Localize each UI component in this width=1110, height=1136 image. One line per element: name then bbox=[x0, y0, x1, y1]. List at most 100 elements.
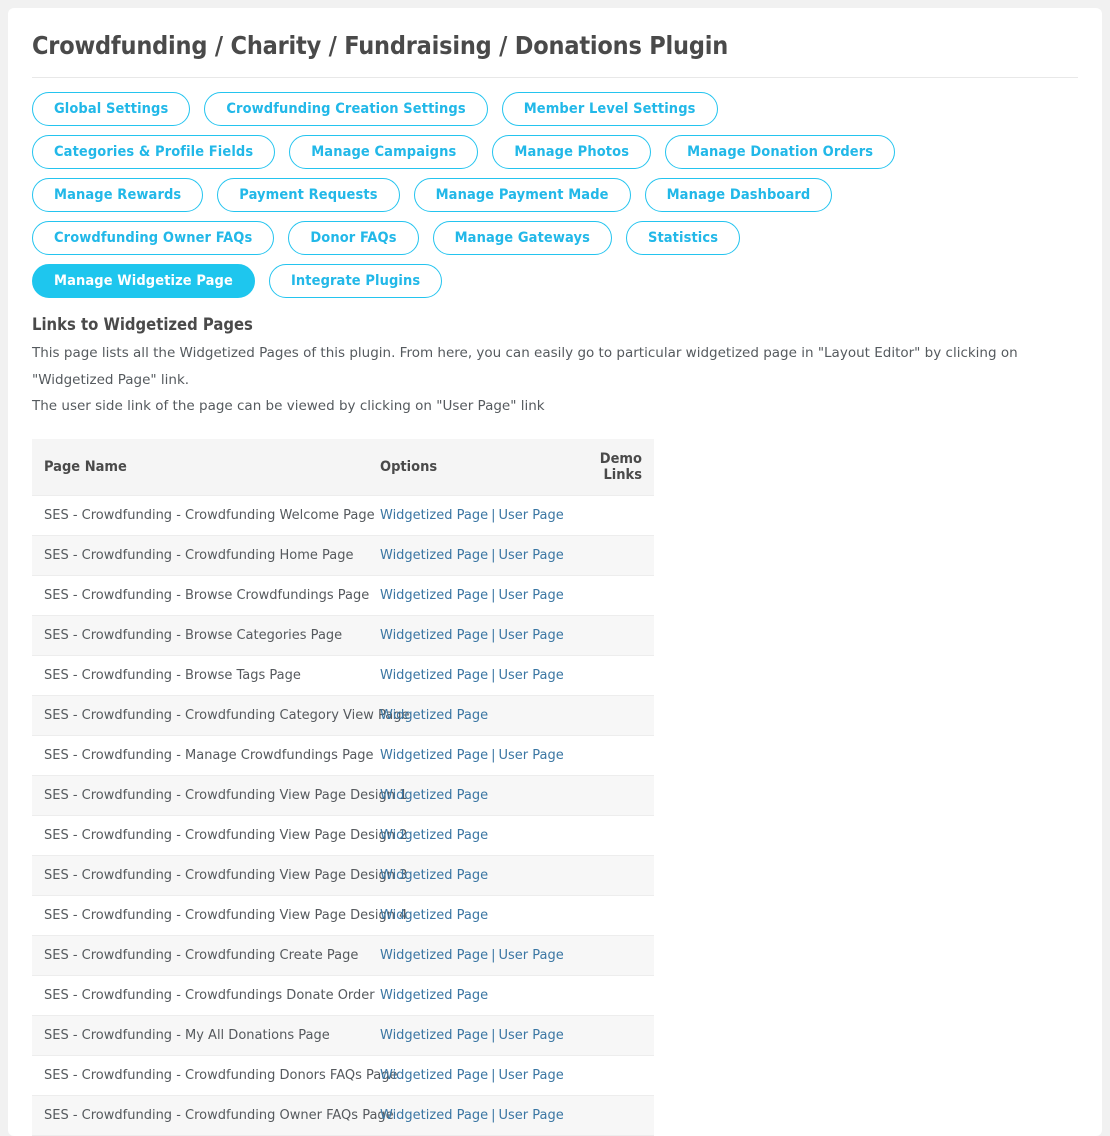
tab-crowdfunding-creation-settings[interactable]: Crowdfunding Creation Settings bbox=[204, 92, 488, 127]
table-row: SES - Crowdfunding - Browse Tags Page Wid… bbox=[32, 655, 654, 697]
section-intro: Links to Widgetized Pages This page list… bbox=[8, 298, 1102, 419]
widgetized-page-link[interactable]: Widgetized Page bbox=[380, 708, 488, 723]
tab-member-level-settings[interactable]: Member Level Settings bbox=[501, 92, 718, 127]
cell-options: Widgetized Page | User Page bbox=[370, 935, 564, 977]
user-page-link[interactable]: User Page bbox=[498, 1108, 563, 1123]
cell-demo-links bbox=[554, 655, 654, 697]
section-description-line-1: This page lists all the Widgetized Pages… bbox=[32, 345, 1018, 388]
cell-page-name: SES - Crowdfunding - Crowdfunding Catego… bbox=[32, 695, 410, 737]
column-header-page-name: Page Name bbox=[32, 439, 370, 497]
cell-options: Widgetized Page | User Page bbox=[370, 1055, 564, 1097]
tab-crowdfunding-owner-faqs[interactable]: Crowdfunding Owner FAQs bbox=[32, 221, 275, 256]
user-page-link[interactable]: User Page bbox=[498, 548, 563, 563]
widgetized-page-link[interactable]: Widgetized Page bbox=[380, 1108, 488, 1123]
cell-options: Widgetized Page | User Page bbox=[370, 535, 564, 577]
tab-manage-campaigns[interactable]: Manage Campaigns bbox=[289, 135, 479, 170]
link-separator: | bbox=[491, 748, 496, 764]
cell-page-name: SES - Crowdfunding - Crowdfunding View P… bbox=[32, 895, 407, 937]
table-row: SES - Crowdfunding - Crowdfunding View P… bbox=[32, 855, 654, 897]
user-page-link[interactable]: User Page bbox=[498, 748, 563, 763]
column-header-options: Options bbox=[370, 439, 554, 497]
tab-donor-faqs[interactable]: Donor FAQs bbox=[288, 221, 419, 256]
cell-page-name: SES - Crowdfunding - Crowdfunding Owner … bbox=[32, 1095, 394, 1136]
widgetized-pages-table-wrapper: Page Name Options Demo Links SES - Crowd… bbox=[8, 419, 1102, 1136]
cell-options: Widgetized Page | User Page bbox=[370, 1095, 564, 1136]
user-page-link[interactable]: User Page bbox=[498, 668, 563, 683]
widgetized-page-link[interactable]: Widgetized Page bbox=[380, 588, 488, 603]
tab-manage-rewards[interactable]: Manage Rewards bbox=[32, 178, 204, 213]
table-row: SES - Crowdfunding - Browse Categories P… bbox=[32, 615, 654, 657]
tab-manage-widgetize-page[interactable]: Manage Widgetize Page bbox=[32, 264, 255, 299]
widgetized-page-link[interactable]: Widgetized Page bbox=[380, 988, 488, 1003]
widgetized-page-link[interactable]: Widgetized Page bbox=[380, 908, 488, 923]
tab-manage-dashboard[interactable]: Manage Dashboard bbox=[644, 178, 833, 213]
cell-demo-links bbox=[554, 695, 654, 737]
cell-demo-links bbox=[554, 975, 654, 1017]
widgetized-page-link[interactable]: Widgetized Page bbox=[380, 628, 488, 643]
cell-demo-links bbox=[554, 575, 654, 617]
cell-demo-links bbox=[554, 935, 654, 977]
widgetized-page-link[interactable]: Widgetized Page bbox=[380, 948, 488, 963]
table-row: SES - Crowdfunding - Crowdfunding Welcom… bbox=[32, 495, 654, 537]
link-separator: | bbox=[491, 508, 496, 524]
link-separator: | bbox=[491, 628, 496, 644]
user-page-link[interactable]: User Page bbox=[498, 1028, 563, 1043]
user-page-link[interactable]: User Page bbox=[498, 508, 563, 523]
cell-options: Widgetized Page | User Page bbox=[370, 575, 564, 617]
user-page-link[interactable]: User Page bbox=[498, 628, 563, 643]
table-header-row: Page Name Options Demo Links bbox=[32, 439, 654, 497]
widgetized-page-link[interactable]: Widgetized Page bbox=[380, 1068, 488, 1083]
widgetized-page-link[interactable]: Widgetized Page bbox=[380, 788, 488, 803]
user-page-link[interactable]: User Page bbox=[498, 588, 563, 603]
tab-payment-requests[interactable]: Payment Requests bbox=[217, 178, 400, 213]
cell-page-name: SES - Crowdfunding - Crowdfunding Welcom… bbox=[32, 495, 375, 537]
widgetized-page-link[interactable]: Widgetized Page bbox=[380, 1028, 488, 1043]
widgetized-page-link[interactable]: Widgetized Page bbox=[380, 828, 488, 843]
cell-demo-links bbox=[554, 855, 654, 897]
cell-demo-links bbox=[554, 1015, 654, 1057]
tab-categories-profile-fields[interactable]: Categories & Profile Fields bbox=[32, 135, 276, 170]
section-description-line-2: The user side link of the page can be vi… bbox=[32, 397, 545, 414]
tab-global-settings[interactable]: Global Settings bbox=[32, 92, 191, 127]
widgetized-page-link[interactable]: Widgetized Page bbox=[380, 508, 488, 523]
user-page-link[interactable]: User Page bbox=[498, 1068, 563, 1083]
table-row: SES - Crowdfunding - Browse Crowdfunding… bbox=[32, 575, 654, 617]
cell-demo-links bbox=[554, 495, 654, 537]
cell-page-name: SES - Crowdfunding - Browse Tags Page bbox=[32, 655, 370, 697]
section-heading: Links to Widgetized Pages bbox=[32, 315, 253, 335]
tab-integrate-plugins[interactable]: Integrate Plugins bbox=[268, 264, 443, 299]
tab-manage-gateways[interactable]: Manage Gateways bbox=[432, 221, 612, 256]
link-separator: | bbox=[491, 588, 496, 604]
cell-page-name: SES - Crowdfunding - Crowdfunding View P… bbox=[32, 815, 407, 857]
tab-manage-donation-orders[interactable]: Manage Donation Orders bbox=[665, 135, 896, 170]
widgetized-page-link[interactable]: Widgetized Page bbox=[380, 668, 488, 683]
link-separator: | bbox=[491, 1028, 496, 1044]
link-separator: | bbox=[491, 548, 496, 564]
cell-options: Widgetized Page | User Page bbox=[370, 735, 564, 777]
cell-page-name: SES - Crowdfunding - Browse Categories P… bbox=[32, 615, 370, 657]
cell-demo-links bbox=[554, 735, 654, 777]
cell-options: Widgetized Page bbox=[370, 815, 554, 857]
cell-options: Widgetized Page bbox=[370, 895, 554, 937]
cell-demo-links bbox=[554, 895, 654, 937]
widgetized-page-link[interactable]: Widgetized Page bbox=[380, 548, 488, 563]
table-head: Page Name Options Demo Links bbox=[32, 439, 654, 497]
widgetized-page-link[interactable]: Widgetized Page bbox=[380, 868, 488, 883]
cell-demo-links bbox=[554, 775, 654, 817]
table-row: SES - Crowdfunding - Crowdfundings Donat… bbox=[32, 975, 654, 1017]
tab-manage-payment-made[interactable]: Manage Payment Made bbox=[413, 178, 631, 213]
cell-page-name: SES - Crowdfunding - Crowdfunding View P… bbox=[32, 775, 407, 817]
column-header-demo-links: Demo Links bbox=[554, 439, 654, 497]
widgetized-page-link[interactable]: Widgetized Page bbox=[380, 748, 488, 763]
tab-manage-photos[interactable]: Manage Photos bbox=[492, 135, 652, 170]
tab-statistics[interactable]: Statistics bbox=[625, 221, 741, 256]
cell-options: Widgetized Page bbox=[370, 975, 554, 1017]
user-page-link[interactable]: User Page bbox=[498, 948, 563, 963]
cell-page-name: SES - Crowdfunding - My All Donations Pa… bbox=[32, 1015, 370, 1057]
table-row: SES - Crowdfunding - My All Donations Pa… bbox=[32, 1015, 654, 1057]
cell-page-name: SES - Crowdfunding - Crowdfunding Create… bbox=[32, 935, 370, 977]
cell-demo-links bbox=[554, 1055, 654, 1097]
cell-demo-links bbox=[554, 815, 654, 857]
table-row: SES - Crowdfunding - Crowdfunding Create… bbox=[32, 935, 654, 977]
cell-options: Widgetized Page bbox=[370, 855, 554, 897]
